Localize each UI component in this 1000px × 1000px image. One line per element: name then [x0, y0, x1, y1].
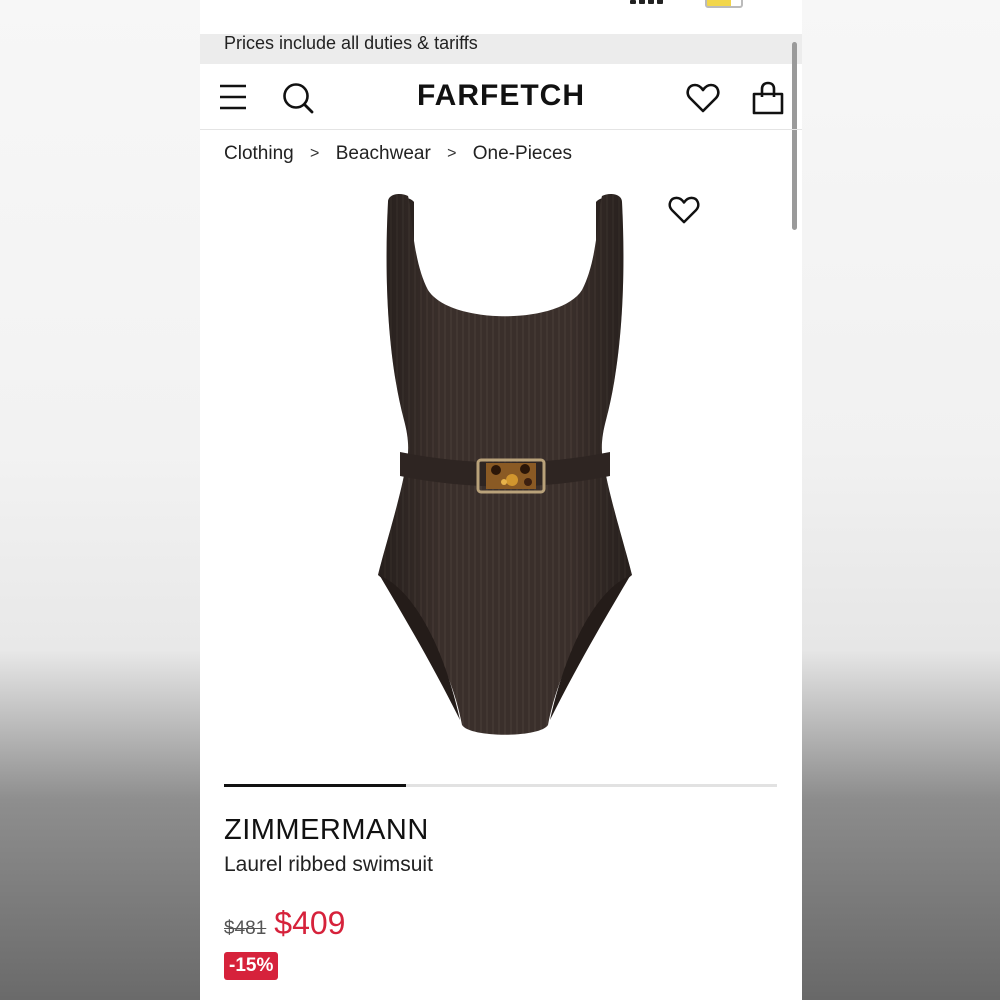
battery-icon	[705, 0, 743, 8]
blurred-backdrop-right	[802, 0, 1000, 1000]
blurred-backdrop-left	[0, 0, 200, 1000]
heart-icon	[686, 83, 720, 113]
product-image[interactable]	[370, 190, 640, 745]
breadcrumb-separator: >	[310, 145, 320, 162]
shopping-bag-button[interactable]	[748, 78, 788, 118]
discount-badge: -15%	[224, 952, 279, 980]
original-price: $481	[224, 918, 267, 939]
breadcrumb: Clothing > Beachwear > One-Pieces	[224, 143, 572, 165]
wishlist-button[interactable]	[684, 80, 722, 116]
breadcrumb-clothing[interactable]: Clothing	[224, 143, 294, 165]
carousel-progress	[224, 784, 407, 787]
top-navigation: FARFETCH	[200, 64, 802, 130]
add-to-wishlist-button[interactable]	[666, 194, 702, 226]
status-bar	[200, 0, 802, 34]
phone-screen: Prices include all duties & tariffs FARF…	[200, 0, 802, 1000]
banner-text: Prices include all duties & tariffs	[224, 33, 478, 53]
duties-banner: Prices include all duties & tariffs	[200, 34, 802, 64]
breadcrumb-one-pieces[interactable]: One-Pieces	[473, 143, 572, 165]
product-name: Laurel ribbed swimsuit	[224, 853, 433, 876]
shopping-bag-icon	[752, 81, 784, 115]
heart-icon	[668, 196, 700, 224]
product-brand[interactable]: ZIMMERMANN	[224, 814, 429, 847]
signal-icon	[630, 0, 678, 4]
breadcrumb-separator: >	[447, 145, 457, 162]
breadcrumb-beachwear[interactable]: Beachwear	[336, 143, 431, 165]
price-row: $481 $409	[224, 905, 345, 942]
sale-price: $409	[274, 905, 346, 941]
image-carousel-indicator[interactable]	[224, 784, 777, 787]
